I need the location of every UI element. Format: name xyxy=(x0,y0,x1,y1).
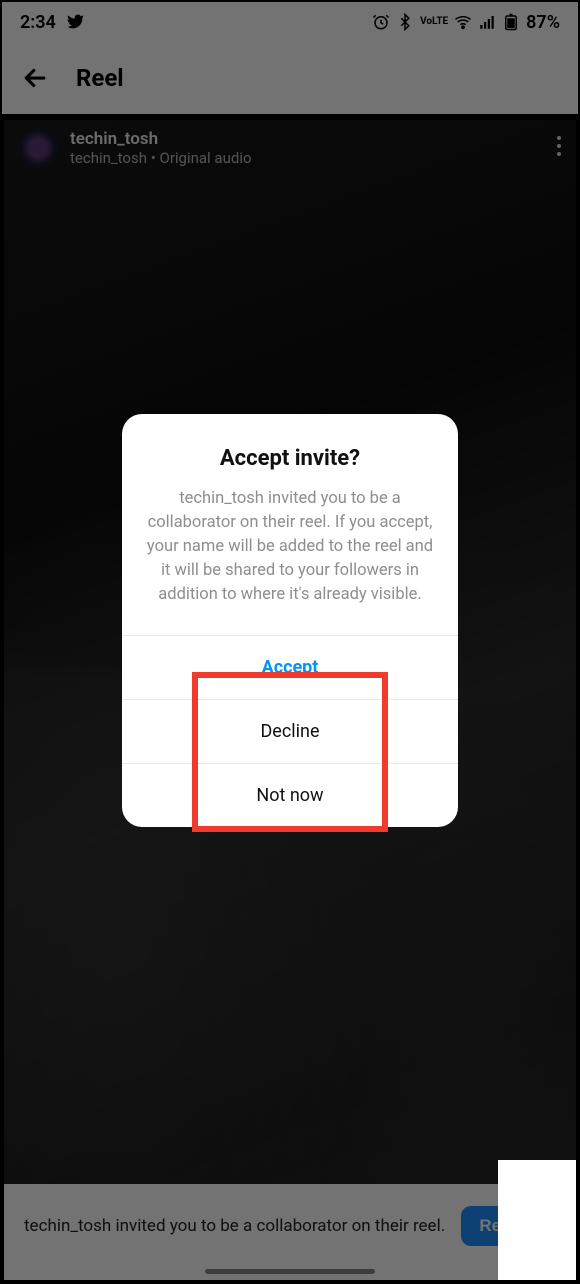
battery-icon xyxy=(502,13,520,31)
wifi-icon xyxy=(454,13,472,31)
twitter-icon xyxy=(66,13,84,31)
dialog-title: Accept invite? xyxy=(146,446,434,471)
gesture-nav-pill[interactable] xyxy=(205,1269,375,1274)
back-arrow-icon[interactable] xyxy=(20,63,50,93)
reel-username[interactable]: techin_tosh xyxy=(70,129,252,149)
overlay-patch xyxy=(498,1160,576,1280)
not-now-button[interactable]: Not now xyxy=(122,763,458,827)
battery-percent: 87% xyxy=(526,12,560,33)
status-time: 2:34 xyxy=(20,12,56,33)
accept-button[interactable]: Accept xyxy=(122,635,458,699)
signal-icon xyxy=(478,13,496,31)
status-bar: 2:34 VoLTE 87% xyxy=(2,2,578,42)
volte-icon: VoLTE xyxy=(420,17,448,27)
collab-notification-bar: techin_tosh invited you to be a collabor… xyxy=(4,1184,576,1280)
reel-audio-info[interactable]: techin_tosh • Original audio xyxy=(70,149,252,167)
page-title: Reel xyxy=(76,64,124,92)
dialog-description: techin_tosh invited you to be a collabor… xyxy=(146,487,434,607)
more-options-icon[interactable] xyxy=(556,134,562,162)
alarm-icon xyxy=(372,13,390,31)
reel-header: techin_tosh techin_tosh • Original audio xyxy=(18,128,562,168)
avatar[interactable] xyxy=(18,128,58,168)
bluetooth-icon xyxy=(396,13,414,31)
decline-button[interactable]: Decline xyxy=(122,699,458,763)
collab-notification-text: techin_tosh invited you to be a collabor… xyxy=(24,1216,461,1236)
accept-invite-dialog: Accept invite? techin_tosh invited you t… xyxy=(122,414,458,827)
app-header: Reel xyxy=(2,42,578,114)
